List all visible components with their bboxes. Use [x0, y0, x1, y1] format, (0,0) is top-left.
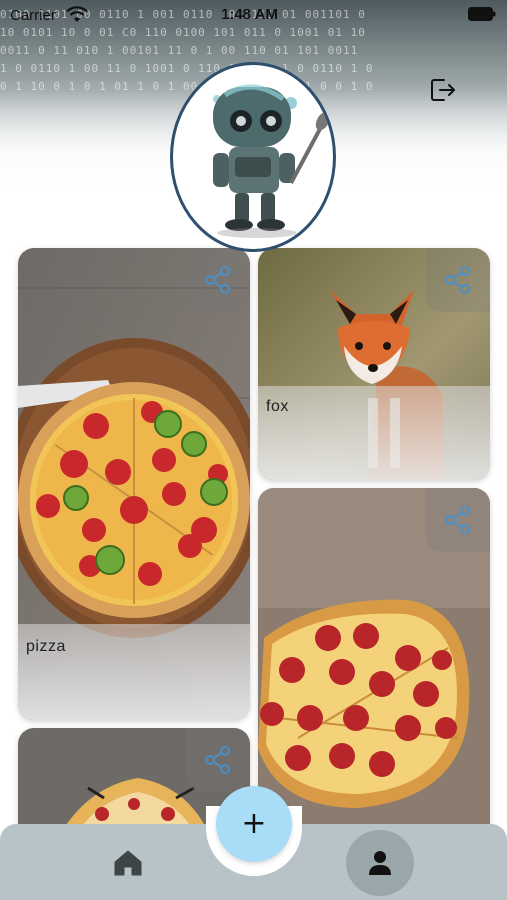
- carrier-label: Carrier: [10, 7, 56, 24]
- logout-icon: [431, 79, 455, 101]
- status-bar: Carrier 1:48 AM: [0, 0, 507, 30]
- card-label: pizza: [26, 638, 66, 655]
- caption-area: pizza: [18, 624, 250, 720]
- robot-avatar-image: [213, 84, 331, 238]
- nav-home-button[interactable]: [95, 830, 161, 896]
- image-card-pizza[interactable]: pizza: [18, 248, 250, 720]
- plus-icon: +: [241, 806, 267, 841]
- matrix-text-row: 0011 0 11 010 1 00101 11 0 1 00 110 01 1…: [0, 44, 359, 57]
- share-icon: [205, 746, 230, 774]
- wifi-icon: [66, 6, 88, 22]
- share-button[interactable]: [426, 488, 490, 552]
- clock-time: 1:48 AM: [221, 6, 278, 23]
- share-button[interactable]: [426, 248, 490, 312]
- caption-area: fox: [258, 386, 490, 480]
- profile-icon: [369, 851, 391, 875]
- battery-icon: [468, 7, 496, 21]
- share-icon: [445, 266, 470, 294]
- share-icon: [445, 506, 470, 534]
- image-card-pepperoni-pizza[interactable]: [258, 488, 490, 848]
- share-icon: [205, 266, 230, 294]
- share-button[interactable]: [186, 728, 250, 792]
- avatar[interactable]: [170, 62, 336, 252]
- share-button[interactable]: [186, 248, 250, 312]
- logout-button[interactable]: [424, 72, 460, 108]
- card-label: fox: [266, 398, 289, 415]
- nav-profile-button[interactable]: [346, 830, 414, 896]
- image-card-fox[interactable]: fox: [258, 248, 490, 480]
- add-button[interactable]: +: [216, 786, 292, 862]
- home-icon: [114, 850, 142, 876]
